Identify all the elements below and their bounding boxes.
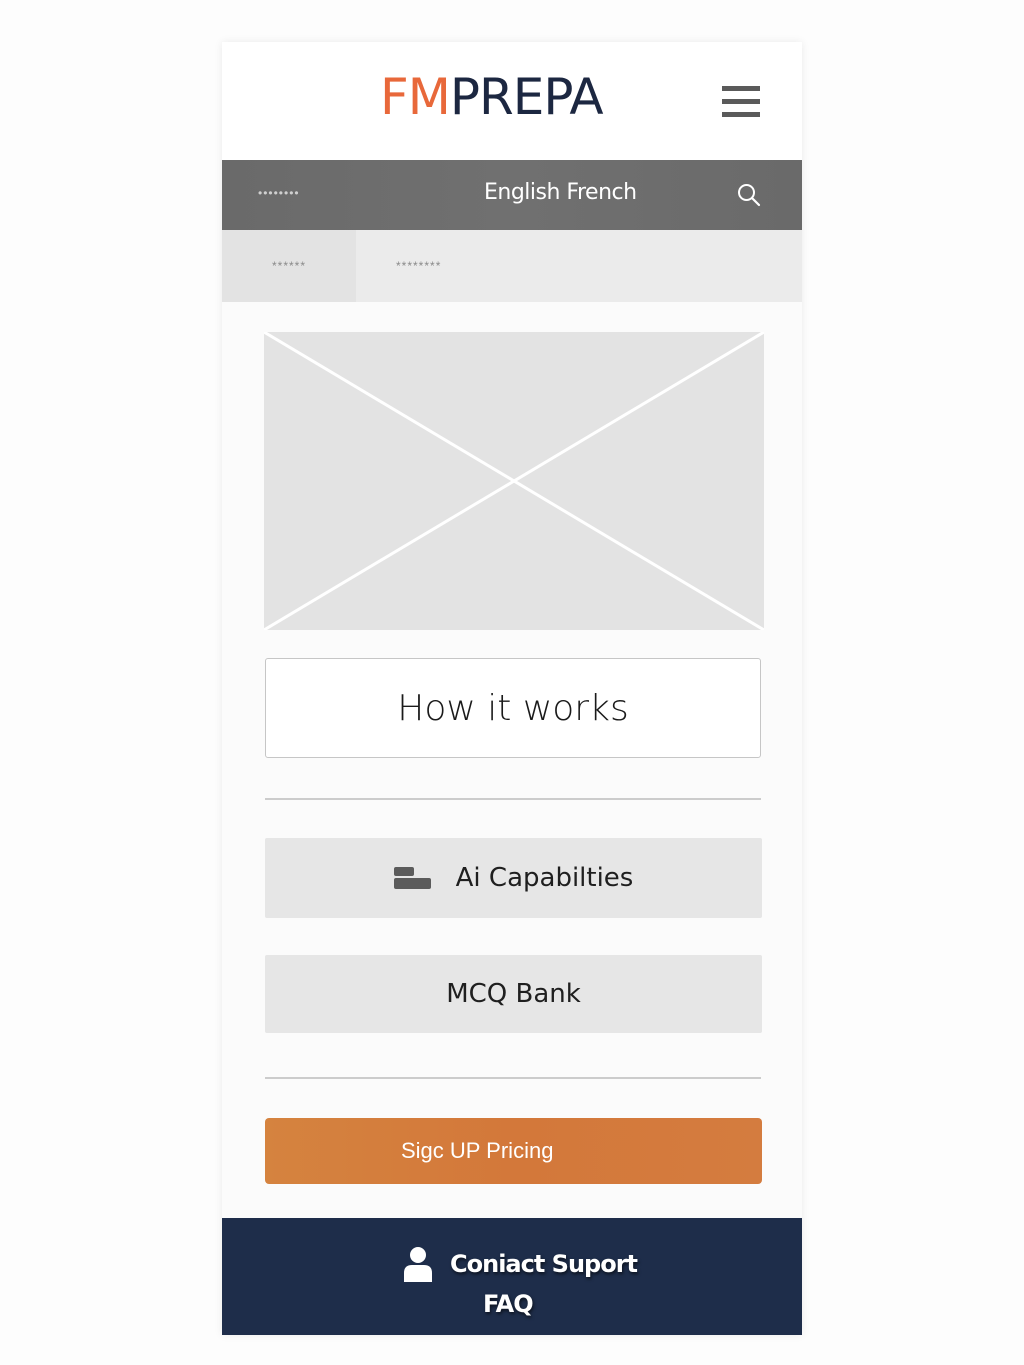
contact-support-label: Coniact Suport: [450, 1250, 638, 1278]
mobile-page: FMPREPA •••••••• English French ****** *…: [222, 42, 802, 1335]
header: FMPREPA: [222, 42, 802, 160]
subnav-tab-2[interactable]: ********: [356, 230, 802, 302]
menu-bar: [722, 112, 760, 117]
divider: [265, 798, 761, 800]
subnav-tab-label: ********: [396, 259, 442, 273]
divider: [265, 1077, 761, 1079]
feature-blocks-icon: [393, 867, 432, 889]
mcq-bank-button[interactable]: MCQ Bank: [265, 955, 762, 1033]
logo-prepa: PREPA: [449, 68, 604, 126]
contact-support-link[interactable]: Coniact Suport: [402, 1246, 638, 1282]
faq-link[interactable]: FAQ: [483, 1290, 534, 1318]
user-icon: [404, 1247, 432, 1282]
ai-capabilities-label: Ai Capabilties: [455, 863, 634, 893]
footer: Coniact Suport FAQ: [222, 1218, 802, 1335]
how-it-works-label: How it works: [397, 687, 629, 729]
menu-bar: [722, 99, 760, 104]
sign-up-pricing-label: Sigc UP Pricing: [401, 1138, 554, 1163]
masked-nav-link[interactable]: ••••••••: [258, 186, 300, 200]
ai-capabilities-button[interactable]: Ai Capabilties: [265, 838, 762, 918]
logo[interactable]: FMPREPA: [380, 72, 604, 122]
subnav-tab-label: ******: [271, 259, 307, 273]
mcq-bank-label: MCQ Bank: [446, 979, 581, 1009]
how-it-works-button[interactable]: How it works: [265, 658, 761, 758]
language-switch[interactable]: English French: [484, 180, 637, 205]
sub-navigation: ****** ********: [222, 230, 802, 302]
subnav-tab-1[interactable]: ******: [222, 230, 356, 302]
hamburger-menu-icon[interactable]: [722, 86, 760, 118]
menu-bar: [722, 86, 760, 91]
logo-fm: FM: [380, 68, 451, 126]
sign-up-pricing-button[interactable]: Sigc UP Pricing: [265, 1118, 762, 1184]
language-bar: •••••••• English French: [222, 160, 802, 230]
image-placeholder-icon: [264, 332, 764, 630]
search-icon[interactable]: [736, 182, 762, 208]
